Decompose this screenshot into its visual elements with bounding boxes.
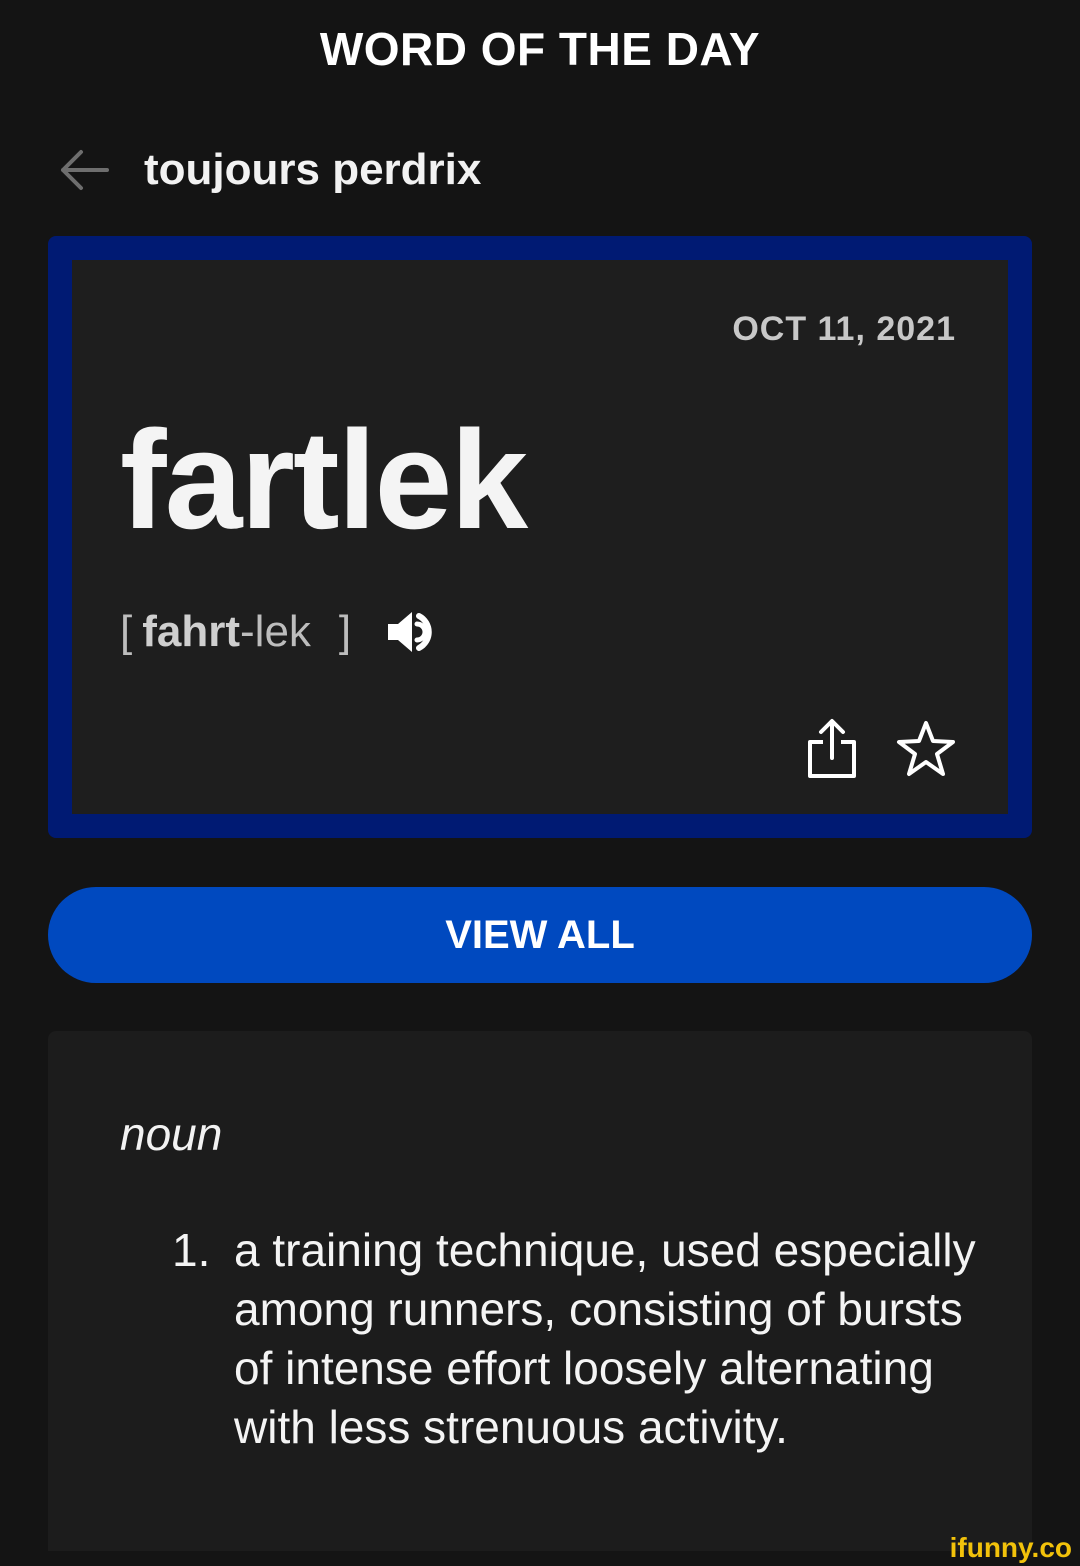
definition-item: 1. a training technique, used especially…: [172, 1221, 1002, 1457]
word-headline: fartlek: [120, 401, 528, 558]
ifunny-watermark: ifunny.co: [949, 1532, 1072, 1563]
definition-text: a training technique, used especially am…: [234, 1224, 976, 1453]
word-of-day-card: OCT 11, 2021 fartlek [ fahrt -lek ]: [48, 236, 1032, 838]
view-all-button[interactable]: VIEW ALL: [48, 887, 1032, 983]
definition-panel: noun 1. a training technique, used espec…: [48, 1031, 1032, 1551]
share-icon[interactable]: [802, 716, 862, 782]
arrow-left-icon[interactable]: [56, 143, 110, 197]
pron-bracket-close: ]: [338, 607, 352, 656]
pronunciation: [ fahrt -lek ]: [120, 604, 445, 660]
definition-number: 1.: [172, 1224, 211, 1276]
nav-title: toujours perdrix: [144, 145, 482, 194]
word-date: OCT 11, 2021: [732, 310, 956, 348]
nav-bar: toujours perdrix: [56, 140, 481, 200]
pron-rest: -lek: [240, 607, 311, 656]
pron-bracket-open: [: [120, 607, 133, 656]
pron-stressed-syllable: fahrt: [142, 607, 241, 656]
card-actions: [768, 716, 956, 782]
speaker-icon[interactable]: [385, 604, 445, 660]
part-of-speech: noun: [120, 1108, 223, 1160]
page-title: WORD OF THE DAY: [319, 23, 761, 75]
star-icon[interactable]: [896, 716, 956, 782]
